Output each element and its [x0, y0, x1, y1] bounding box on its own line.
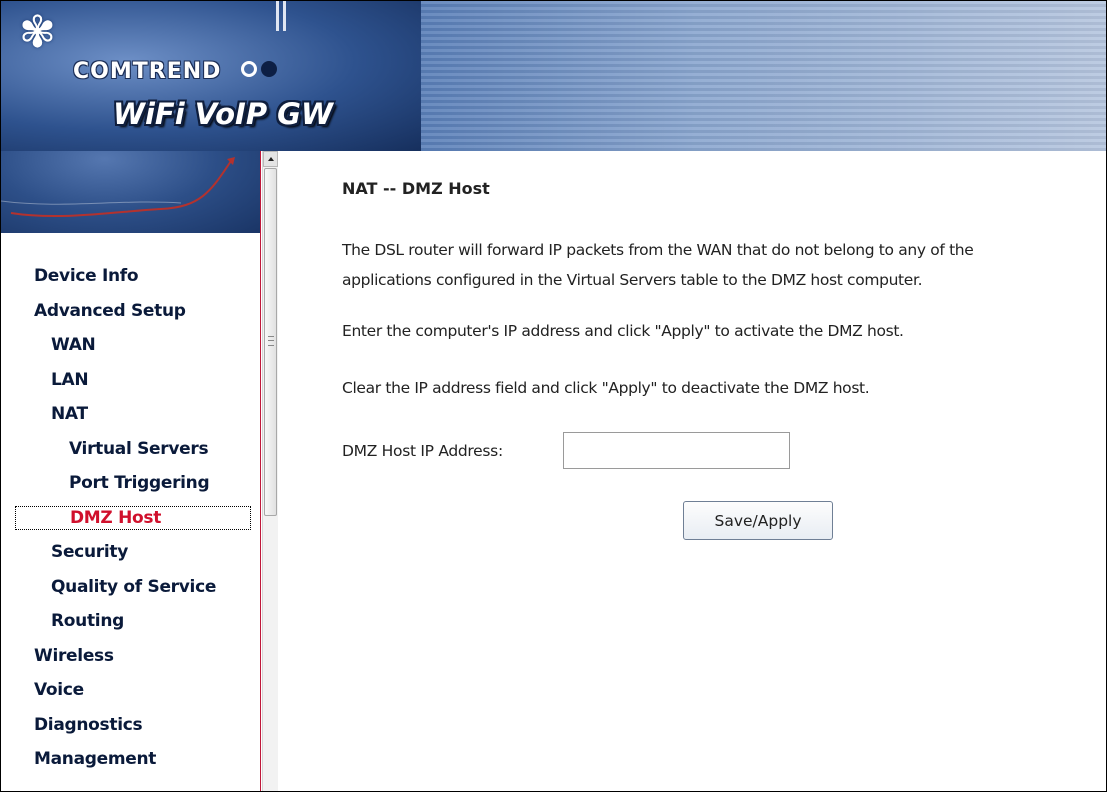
header-banner: ✾ COMTREND WiFi VoIP GW	[1, 1, 1106, 151]
dmz-ip-input[interactable]	[563, 432, 790, 469]
sidebar-item-device-info[interactable]: Device Info	[1, 259, 259, 294]
sidebar-item-wan[interactable]: WAN	[1, 328, 259, 363]
description: The DSL router will forward IP packets f…	[342, 235, 974, 295]
sidebar-item-virtual-servers[interactable]: Virtual Servers	[1, 432, 259, 467]
product-name: WiFi VoIP GW	[113, 97, 333, 131]
sidebar-item-label: DMZ Host	[15, 505, 252, 530]
sidebar-item-label: Wireless	[34, 645, 114, 666]
sidebar-item-label: LAN	[51, 369, 89, 390]
sidebar-item-label: Quality of Service	[51, 576, 217, 597]
scroll-up-arrow-icon[interactable]	[263, 151, 278, 167]
router-admin-page: ✾ COMTREND WiFi VoIP GW Device Info Advan…	[0, 0, 1107, 792]
sidebar-item-advanced-setup[interactable]: Advanced Setup	[1, 294, 259, 329]
sidebar-item-wireless[interactable]: Wireless	[1, 639, 259, 674]
sidebar-item-label: NAT	[51, 404, 88, 424]
scrollbar-thumb[interactable]	[264, 168, 277, 516]
sidebar-item-label: Voice	[34, 680, 84, 700]
sidebar-scrollbar[interactable]	[262, 151, 278, 791]
banner-stripes	[421, 1, 1106, 151]
sidebar-item-port-triggering[interactable]: Port Triggering	[1, 466, 259, 501]
sidebar-item-label: WAN	[51, 335, 96, 355]
comtrend-logo-icon: ✾	[19, 7, 56, 58]
sidebar-item-routing[interactable]: Routing	[1, 604, 259, 639]
dmz-ip-label: DMZ Host IP Address:	[342, 442, 503, 460]
sidebar-item-quality-of-service[interactable]: Quality of Service	[1, 570, 259, 605]
page-title: NAT -- DMZ Host	[342, 179, 490, 198]
sidebar-item-label: Port Triggering	[69, 473, 210, 493]
sidebar-header-art	[1, 151, 260, 233]
sidebar-item-management[interactable]: Management	[1, 742, 259, 777]
sidebar-item-lan[interactable]: LAN	[1, 363, 259, 398]
grip-icon	[268, 336, 274, 346]
sidebar-item-voice[interactable]: Voice	[1, 673, 259, 708]
logo-dots-icon	[241, 61, 281, 81]
sidebar-item-diagnostics[interactable]: Diagnostics	[1, 708, 259, 743]
sidebar-item-label: Advanced Setup	[34, 300, 186, 321]
deactivate-hint: Clear the IP address field and click "Ap…	[342, 379, 870, 397]
save-apply-button[interactable]: Save/Apply	[683, 501, 833, 540]
description-line: applications configured in the Virtual S…	[342, 271, 923, 289]
sidebar-item-label: Management	[34, 749, 157, 769]
sidebar: Device Info Advanced Setup WAN LAN NAT Virtua…	[1, 151, 261, 791]
sidebar-item-label: Device Info	[34, 266, 139, 286]
activate-hint: Enter the computer's IP address and clic…	[342, 322, 904, 340]
description-line: The DSL router will forward IP packets f…	[342, 241, 974, 259]
banner-decoration	[276, 1, 288, 31]
brand-name: COMTREND	[73, 59, 222, 84]
sidebar-item-label: Routing	[51, 611, 124, 631]
sidebar-item-label: Virtual Servers	[69, 438, 209, 459]
sidebar-item-label: Security	[51, 542, 128, 562]
sidebar-item-label: Diagnostics	[34, 714, 143, 735]
sidebar-item-dmz-host[interactable]: DMZ Host	[1, 501, 259, 536]
sidebar-item-security[interactable]: Security	[1, 535, 259, 570]
sidebar-menu: Device Info Advanced Setup WAN LAN NAT Virtua…	[1, 259, 259, 777]
sidebar-item-nat[interactable]: NAT	[1, 397, 259, 432]
